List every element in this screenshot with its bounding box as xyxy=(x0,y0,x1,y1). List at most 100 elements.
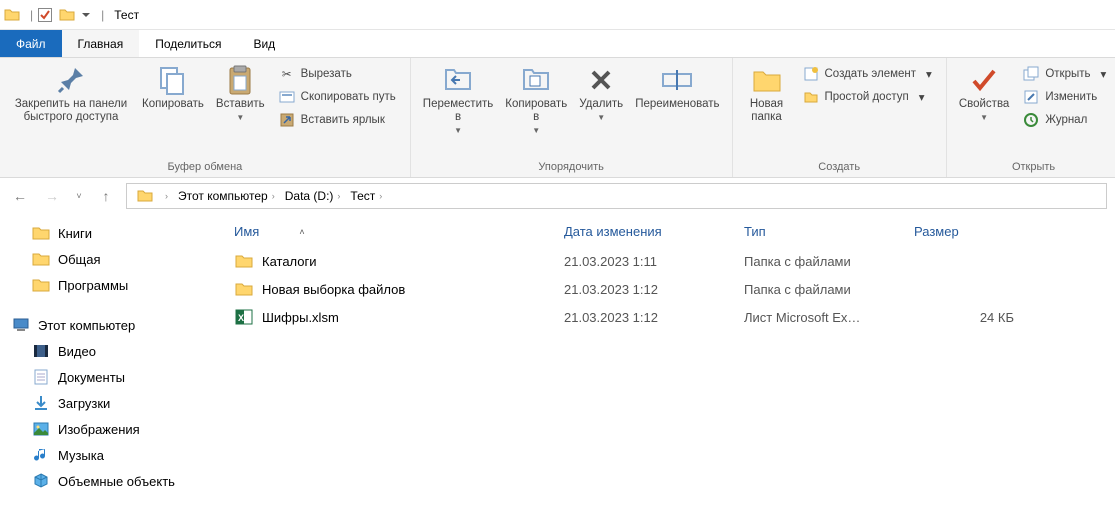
ribbon-group-organize: Переместить в ▼ Копировать в ▼ Удалить ▼… xyxy=(411,58,733,177)
back-button[interactable]: ← xyxy=(8,184,32,208)
ribbon-group-open: Свойства ▼ Открыть▾ Изменить Журнал Откр… xyxy=(947,58,1115,177)
paste-label: Вставить xyxy=(216,98,265,111)
open-button[interactable]: Открыть▾ xyxy=(1019,64,1110,84)
crumb-computer[interactable]: Этот компьютер› xyxy=(174,189,279,203)
chevron-down-icon: ▾ xyxy=(1101,67,1107,81)
sidebar-item[interactable]: Музыка xyxy=(0,442,220,468)
file-row[interactable]: XШифры.xlsm21.03.2023 1:12Лист Microsoft… xyxy=(234,303,1101,331)
rename-button[interactable]: Переименовать xyxy=(629,62,725,113)
folder-icon xyxy=(32,276,50,294)
edit-button[interactable]: Изменить xyxy=(1019,87,1110,107)
column-headers: Имя˄ Дата изменения Тип Размер xyxy=(234,224,1101,247)
folder-icon xyxy=(234,251,254,271)
crumb-folder[interactable]: Тест› xyxy=(346,189,386,203)
ribbon-group-new: Новая папка Создать элемент▾ Простой дос… xyxy=(733,58,947,177)
column-name[interactable]: Имя˄ xyxy=(234,224,564,239)
properties-button[interactable]: Свойства ▼ xyxy=(953,62,1016,124)
folder-icon xyxy=(234,279,254,299)
new-item-icon xyxy=(803,66,819,82)
crumb-drive[interactable]: Data (D:)› xyxy=(281,189,345,203)
check-icon[interactable] xyxy=(37,7,53,23)
copy-to-button[interactable]: Копировать в ▼ xyxy=(499,62,573,137)
folder-icon xyxy=(59,7,75,23)
new-folder-button[interactable]: Новая папка xyxy=(739,62,795,126)
column-size[interactable]: Размер xyxy=(914,224,1014,239)
chevron-down-icon: ▼ xyxy=(980,113,988,122)
tab-home[interactable]: Главная xyxy=(62,30,140,57)
pin-label: Закрепить на панели быстрого доступа xyxy=(15,98,127,124)
pin-button[interactable]: Закрепить на панели быстрого доступа xyxy=(6,62,136,126)
folder-icon xyxy=(4,7,20,23)
group-label-open: Открыть xyxy=(953,161,1114,175)
file-row[interactable]: Каталоги21.03.2023 1:11Папка с файлами xyxy=(234,247,1101,275)
window-title: Тест xyxy=(114,8,139,22)
chevron-down-icon: ▾ xyxy=(926,67,932,81)
cube-icon xyxy=(32,472,50,490)
easy-access-button[interactable]: Простой доступ▾ xyxy=(799,87,936,107)
music-icon xyxy=(32,446,50,464)
pin-icon xyxy=(55,64,87,96)
path-icon xyxy=(279,89,295,105)
recent-dropdown[interactable]: ˅ xyxy=(72,184,86,208)
move-to-icon xyxy=(442,64,474,96)
excel-icon: X xyxy=(234,307,254,327)
delete-button[interactable]: Удалить ▼ xyxy=(573,62,629,124)
delete-label: Удалить xyxy=(579,98,623,111)
crumb-chevron[interactable]: › xyxy=(159,191,172,201)
tab-share[interactable]: Поделиться xyxy=(139,30,237,57)
chevron-down-icon: ▼ xyxy=(532,126,540,135)
copy-icon xyxy=(157,64,189,96)
sidebar: КнигиОбщая Программы Этот компьютерВидео До… xyxy=(0,214,220,532)
check-icon xyxy=(968,64,1000,96)
sidebar-item[interactable]: Этот компьютер xyxy=(0,312,220,338)
dropdown-icon[interactable] xyxy=(81,7,91,23)
cut-button[interactable]: ✂Вырезать xyxy=(275,64,400,84)
group-label-clipboard: Буфер обмена xyxy=(6,161,404,175)
move-to-label: Переместить в xyxy=(423,98,493,124)
copy-button[interactable]: Копировать xyxy=(136,62,210,113)
svg-text:X: X xyxy=(238,313,244,323)
column-type[interactable]: Тип xyxy=(744,224,914,239)
sidebar-label: Музыка xyxy=(58,448,104,463)
tab-view[interactable]: Вид xyxy=(237,30,291,57)
file-name: Шифры.xlsm xyxy=(262,310,564,325)
title-bar: | | Тест xyxy=(0,0,1115,30)
sidebar-item[interactable]: Документы xyxy=(0,364,220,390)
file-date: 21.03.2023 1:12 xyxy=(564,310,744,325)
group-label-organize: Упорядочить xyxy=(417,161,726,175)
file-type: Папка с файлами xyxy=(744,254,914,269)
document-icon xyxy=(32,368,50,386)
file-name: Новая выборка файлов xyxy=(262,282,564,297)
tab-file[interactable]: Файл xyxy=(0,30,62,57)
sidebar-item[interactable]: Программы xyxy=(0,272,220,298)
breadcrumb-box[interactable]: › Этот компьютер› Data (D:)› Тест› xyxy=(126,183,1107,209)
sidebar-item[interactable]: Изображения xyxy=(0,416,220,442)
sidebar-item[interactable]: Видео xyxy=(0,338,220,364)
edit-icon xyxy=(1023,89,1039,105)
sidebar-item[interactable]: Книги xyxy=(0,220,220,246)
rename-icon xyxy=(661,64,693,96)
sidebar-item[interactable]: Загрузки xyxy=(0,390,220,416)
file-date: 21.03.2023 1:11 xyxy=(564,254,744,269)
folder-icon xyxy=(32,224,50,242)
column-date[interactable]: Дата изменения xyxy=(564,224,744,239)
video-icon xyxy=(32,342,50,360)
copy-path-button[interactable]: Скопировать путь xyxy=(275,87,400,107)
file-date: 21.03.2023 1:12 xyxy=(564,282,744,297)
sidebar-label: Документы xyxy=(58,370,125,385)
new-item-button[interactable]: Создать элемент▾ xyxy=(799,64,936,84)
paste-shortcut-button[interactable]: Вставить ярлык xyxy=(275,110,400,130)
history-button[interactable]: Журнал xyxy=(1019,110,1110,130)
chevron-down-icon: ▼ xyxy=(454,126,462,135)
sidebar-item[interactable]: Общая xyxy=(0,246,220,272)
properties-label: Свойства xyxy=(959,98,1010,111)
file-list: Каталоги21.03.2023 1:11Папка с файламиНо… xyxy=(234,247,1101,331)
paste-button[interactable]: Вставить ▼ xyxy=(210,62,271,124)
sidebar-item[interactable]: Объемные объекть xyxy=(0,468,220,494)
up-button[interactable]: ↑ xyxy=(94,184,118,208)
forward-button[interactable]: → xyxy=(40,184,64,208)
ribbon-group-clipboard: Закрепить на панели быстрого доступа Коп… xyxy=(0,58,411,177)
move-to-button[interactable]: Переместить в ▼ xyxy=(417,62,499,137)
file-row[interactable]: Новая выборка файлов21.03.2023 1:12Папка… xyxy=(234,275,1101,303)
sidebar-label: Программы xyxy=(58,278,128,293)
